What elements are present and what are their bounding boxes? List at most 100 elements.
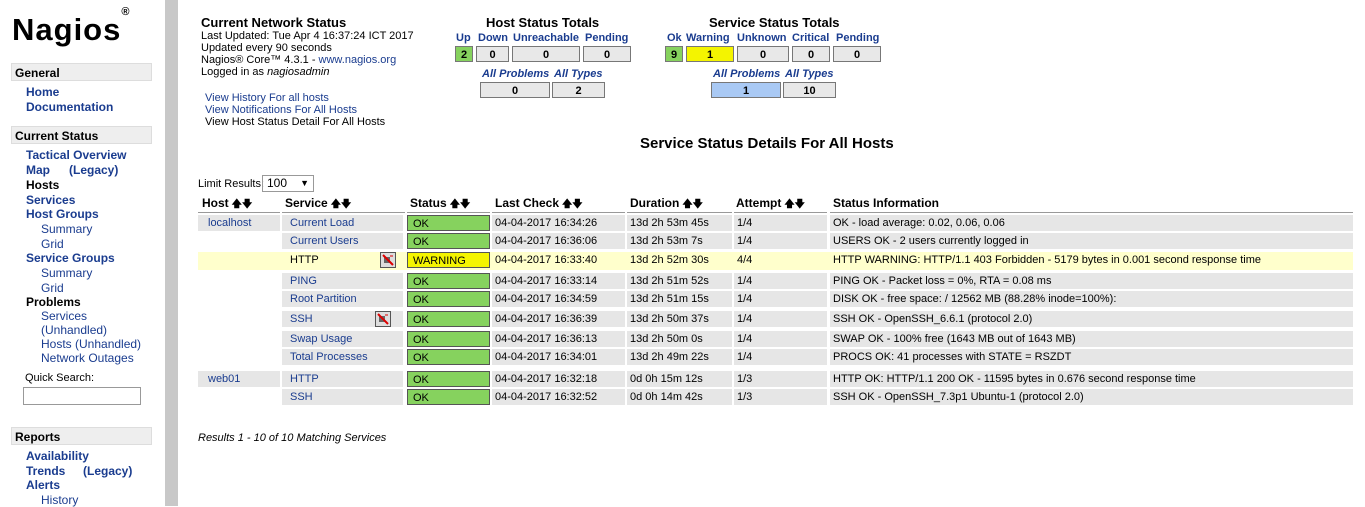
duration-cell: 13d 2h 52m 30s	[630, 254, 709, 266]
service-link[interactable]: Swap Usage	[282, 331, 403, 347]
svc-ok-header[interactable]: Ok	[667, 32, 682, 44]
svc-pending-header[interactable]: Pending	[836, 32, 879, 44]
nav-problems-hosts-link[interactable]: Hosts (Unhandled)	[41, 337, 141, 351]
host-down-count[interactable]: 0	[476, 46, 509, 62]
sort-arrows-icon[interactable]: 🡅🡇	[562, 199, 583, 210]
last-check-cell: 04-04-2017 16:33:14	[492, 273, 625, 289]
nav-alerts-link[interactable]: Alerts	[26, 478, 60, 492]
host-up-header[interactable]: Up	[456, 32, 471, 44]
nav-documentation-link[interactable]: Documentation	[26, 100, 113, 114]
svc-warning-count[interactable]: 1	[686, 46, 734, 62]
service-link[interactable]: SSH	[282, 389, 403, 405]
host-down-header[interactable]: Down	[478, 32, 508, 44]
svc-pending-count[interactable]: 0	[833, 46, 881, 62]
nav-services-link[interactable]: Services	[26, 193, 75, 207]
view-notifications-link[interactable]: View Notifications For All Hosts	[205, 104, 357, 116]
host-pending-header[interactable]: Pending	[585, 32, 628, 44]
nav-availability-link[interactable]: Availability	[26, 449, 89, 463]
column-header-service[interactable]: Service 🡅🡇	[282, 195, 405, 213]
service-link[interactable]: Current Load	[282, 215, 403, 231]
host-all-types-count[interactable]: 2	[552, 82, 605, 98]
dropdown-arrow-icon: ▼	[300, 178, 309, 188]
host-link	[198, 252, 280, 268]
host-all-problems-label[interactable]: All Problems	[482, 68, 549, 80]
view-history-link[interactable]: View History For all hosts	[205, 92, 329, 104]
svc-unknown-count[interactable]: 0	[737, 46, 789, 62]
service-link[interactable]: Current Users	[282, 233, 403, 249]
attempt-cell: 1/4	[734, 215, 827, 231]
service-link[interactable]: Total Processes	[282, 349, 403, 365]
nav-tactical-overview-link[interactable]: Tactical Overview	[26, 148, 127, 162]
nav-hostgroups-grid-link[interactable]: Grid	[41, 237, 64, 251]
host-link[interactable]: localhost	[198, 215, 280, 231]
svc-ok-count[interactable]: 9	[665, 46, 683, 62]
table-row: web01 HTTP OK 04-04-2017 16:32:18 0d 0h 15m …	[198, 371, 1353, 389]
nav-header-reports: Reports	[11, 427, 152, 445]
sort-arrows-icon[interactable]: 🡅🡇	[784, 199, 805, 210]
svc-warning-header[interactable]: Warning	[686, 32, 730, 44]
nav-problems-services-link[interactable]: Services	[41, 309, 87, 323]
column-header-attempt[interactable]: Attempt 🡅🡇	[734, 195, 827, 213]
svc-all-problems-count[interactable]: 1	[711, 82, 781, 98]
nav-map-link[interactable]: Map	[26, 163, 50, 177]
sort-arrows-icon[interactable]: 🡅🡇	[450, 199, 471, 210]
nav-host-groups-link[interactable]: Host Groups	[26, 207, 99, 221]
svc-all-types-count[interactable]: 10	[783, 82, 836, 98]
nagios-org-link[interactable]: www.nagios.org	[319, 54, 397, 66]
nav-hostgroups-summary-link[interactable]: Summary	[41, 222, 92, 236]
host-link[interactable]: web01	[198, 371, 280, 387]
host-unreachable-header[interactable]: Unreachable	[513, 32, 579, 44]
nav-servicegroups-grid-link[interactable]: Grid	[41, 281, 64, 295]
svc-all-types-label[interactable]: All Types	[785, 68, 834, 80]
attempt-cell: 1/4	[734, 233, 827, 249]
sort-arrows-icon[interactable]: 🡅🡇	[232, 199, 253, 210]
column-header-duration[interactable]: Duration 🡅🡇	[627, 195, 732, 213]
notifications-disabled-icon[interactable]	[380, 252, 396, 268]
column-header-last-check[interactable]: Last Check 🡅🡇	[492, 195, 625, 213]
nav-home-link[interactable]: Home	[26, 85, 59, 99]
nav-network-outages-link[interactable]: Network Outages	[41, 351, 134, 365]
nav-hosts-link[interactable]: Hosts	[26, 178, 59, 192]
svc-unknown-header[interactable]: Unknown	[737, 32, 787, 44]
last-check-cell: 04-04-2017 16:32:52	[492, 389, 625, 405]
nagios-logo[interactable]: Nagios®	[12, 6, 129, 48]
nav-trends-legacy-link[interactable]: (Legacy)	[83, 464, 132, 478]
quick-search-input[interactable]	[23, 387, 141, 405]
notifications-disabled-icon[interactable]	[375, 311, 391, 327]
sort-arrows-icon[interactable]: 🡅🡇	[331, 199, 352, 210]
svc-all-problems-label[interactable]: All Problems	[713, 68, 780, 80]
nav-servicegroups-summary-link[interactable]: Summary	[41, 266, 92, 280]
service-link[interactable]: Root Partition	[282, 291, 403, 307]
host-up-count[interactable]: 2	[455, 46, 473, 62]
nav-problems-unhandled-link[interactable]: (Unhandled)	[41, 323, 107, 337]
table-row: HTTP WARNING 04-04-2017 16:33:40 13d 2h 52m…	[198, 252, 1353, 270]
svc-critical-header[interactable]: Critical	[792, 32, 829, 44]
host-all-types-label[interactable]: All Types	[554, 68, 603, 80]
column-header-status-information: Status Information	[830, 195, 1353, 213]
nav-map-legacy-link[interactable]: (Legacy)	[69, 163, 118, 177]
frame-divider[interactable]	[165, 0, 178, 506]
attempt-cell: 1/4	[734, 311, 827, 327]
limit-results-select[interactable]: 100 ▼	[262, 175, 314, 192]
nav-service-groups-link[interactable]: Service Groups	[26, 251, 115, 265]
host-pending-count[interactable]: 0	[583, 46, 631, 62]
host-link	[198, 389, 280, 405]
status-badge: OK	[407, 215, 490, 231]
status-badge: WARNING	[407, 252, 490, 268]
host-unreachable-count[interactable]: 0	[512, 46, 580, 62]
view-host-status-link[interactable]: View Host Status Detail For All Hosts	[205, 116, 385, 128]
service-link[interactable]: PING	[282, 273, 403, 289]
nav-trends-link[interactable]: Trends	[26, 464, 65, 478]
host-all-problems-count[interactable]: 0	[480, 82, 550, 98]
last-check-cell: 04-04-2017 16:34:01	[492, 349, 625, 365]
column-header-host[interactable]: Host 🡅🡇	[198, 195, 280, 213]
nav-alerts-history-link[interactable]: History	[41, 493, 78, 507]
status-badge: OK	[407, 389, 490, 405]
sort-arrows-icon[interactable]: 🡅🡇	[682, 199, 703, 210]
duration-cell: 13d 2h 51m 52s	[627, 273, 732, 289]
duration-cell: 13d 2h 50m 37s	[627, 311, 732, 327]
service-link[interactable]: HTTP	[282, 371, 403, 387]
nav-header-general: General	[11, 63, 152, 81]
svc-critical-count[interactable]: 0	[792, 46, 830, 62]
column-header-status[interactable]: Status 🡅🡇	[407, 195, 490, 213]
